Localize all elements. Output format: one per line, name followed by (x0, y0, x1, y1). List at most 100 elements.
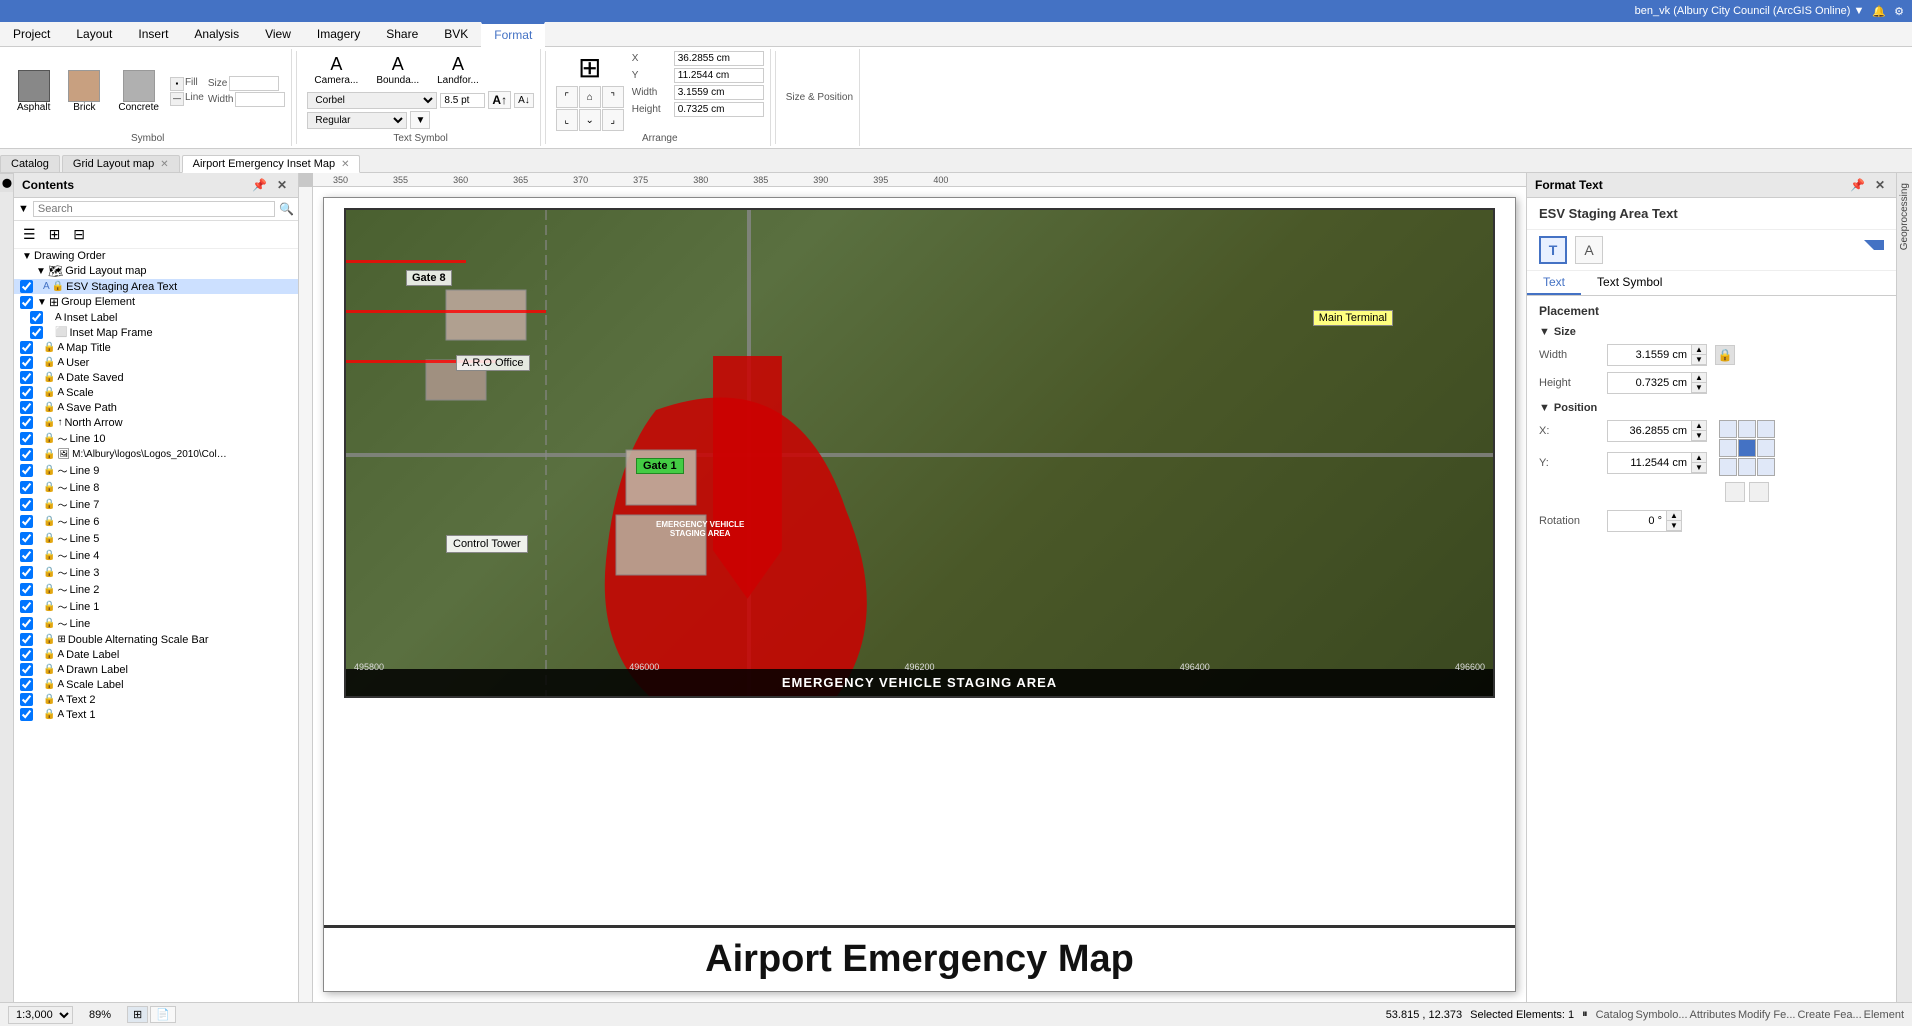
line-icon[interactable]: — (170, 92, 184, 106)
rotation-input[interactable] (1607, 510, 1667, 532)
tree-item-grid-layout[interactable]: ▼ 🗺 Grid Layout map (14, 263, 298, 279)
tab-catalog[interactable]: Catalog (0, 155, 60, 172)
height-value-input[interactable]: 0.7325 cm (674, 102, 764, 117)
tab-project[interactable]: Project (0, 22, 63, 46)
anchor-ref-btn[interactable] (1749, 482, 1769, 502)
align-bl[interactable]: ⌞ (556, 109, 578, 131)
line4-checkbox[interactable] (20, 549, 33, 562)
anchor-tl[interactable] (1719, 420, 1737, 438)
tab-format[interactable]: Format (481, 22, 545, 47)
y-value-input[interactable]: 11.2544 cm (674, 68, 764, 83)
tree-item-user[interactable]: 🔒 A User (14, 355, 298, 370)
tab-insert[interactable]: Insert (125, 22, 181, 46)
fill-icon[interactable]: ▪ (170, 77, 184, 91)
notification-icon[interactable]: 🔔 (1872, 5, 1886, 18)
format-icon-text[interactable]: T (1539, 236, 1567, 264)
tree-item-scale[interactable]: 🔒 A Scale (14, 385, 298, 400)
scale-select[interactable]: 1:3,000 (8, 1006, 73, 1024)
geoprocessing-tab[interactable]: Geoprocessing (1896, 173, 1912, 1002)
attributes-bottom-btn[interactable]: Attributes (1690, 1009, 1736, 1021)
y-spinner-input[interactable] (1607, 452, 1692, 474)
tree-item-save-path[interactable]: 🔒 A Save Path (14, 400, 298, 415)
tree-item-group-element[interactable]: ▼ ⊞ Group Element (14, 294, 298, 310)
anchor-br[interactable] (1757, 458, 1775, 476)
y-down-btn[interactable]: ▼ (1692, 463, 1706, 473)
width-down-btn[interactable]: ▼ (1692, 355, 1706, 365)
line-checkbox[interactable] (20, 617, 33, 630)
tab-airport-inset[interactable]: Airport Emergency Inset Map ✕ (182, 155, 361, 173)
tree-item-date-label[interactable]: 🔒 A Date Label (14, 647, 298, 662)
catalog-bottom-btn[interactable]: Catalog (1596, 1009, 1634, 1021)
height-down-btn[interactable]: ▼ (1692, 383, 1706, 393)
tab-analysis[interactable]: Analysis (181, 22, 252, 46)
font-style-select[interactable]: Regular (307, 112, 407, 129)
map-title-checkbox[interactable] (20, 341, 33, 354)
tree-item-esv-staging[interactable]: A 🔒 ESV Staging Area Text (14, 279, 298, 294)
settings-icon[interactable]: ⚙ (1894, 5, 1904, 18)
tab-bvk[interactable]: BVK (431, 22, 481, 46)
save-path-checkbox[interactable] (20, 401, 33, 414)
tree-item-scale-bar[interactable]: 🔒 ⊞ Double Alternating Scale Bar (14, 632, 298, 647)
concrete-btn[interactable]: Concrete (111, 67, 166, 116)
image-path-checkbox[interactable] (20, 448, 33, 461)
user-checkbox[interactable] (20, 356, 33, 369)
tab-layout[interactable]: Layout (63, 22, 125, 46)
drawn-label-checkbox[interactable] (20, 663, 33, 676)
font-size-input[interactable] (440, 93, 485, 108)
align-br[interactable]: ⌟ (602, 109, 624, 131)
anchor-alt-btn[interactable] (1725, 482, 1745, 502)
tree-item-scale-label[interactable]: 🔒 A Scale Label (14, 677, 298, 692)
north-arrow-checkbox[interactable] (20, 416, 33, 429)
page-view-btn[interactable]: 📄 (150, 1006, 176, 1023)
format-panel-pin-btn[interactable]: 📌 (1847, 177, 1868, 193)
font-size-down-btn[interactable]: A↓ (514, 93, 534, 108)
align-tr[interactable]: ⌝ (602, 86, 624, 108)
line10-checkbox[interactable] (20, 432, 33, 445)
align-tl[interactable]: ⌜ (556, 86, 578, 108)
format-tab-text-symbol[interactable]: Text Symbol (1581, 271, 1678, 295)
date-saved-checkbox[interactable] (20, 371, 33, 384)
line2-checkbox[interactable] (20, 583, 33, 596)
rotation-down-btn[interactable]: ▼ (1667, 521, 1681, 531)
rotation-up-btn[interactable]: ▲ (1667, 511, 1681, 521)
scale-checkbox[interactable] (20, 386, 33, 399)
search-icon[interactable]: 🔍 (279, 202, 294, 216)
line7-checkbox[interactable] (20, 498, 33, 511)
anchor-tr[interactable] (1757, 420, 1775, 438)
tree-item-line1[interactable]: 🔒 〜 Line 1 (14, 598, 298, 615)
font-color-btn[interactable]: ▼ (410, 111, 430, 129)
width-lock-btn[interactable]: 🔒 (1715, 345, 1735, 365)
esv-staging-checkbox[interactable] (20, 280, 33, 293)
x-down-btn[interactable]: ▼ (1692, 431, 1706, 441)
inset-map-frame-checkbox[interactable] (30, 326, 43, 339)
map-area[interactable]: 350 355 360 365 370 375 380 385 390 395 … (299, 173, 1526, 1002)
anchor-ml[interactable] (1719, 439, 1737, 457)
anchor-tc[interactable] (1738, 420, 1756, 438)
text2-checkbox[interactable] (20, 693, 33, 706)
line9-checkbox[interactable] (20, 464, 33, 477)
modify-fe-bottom-btn[interactable]: Modify Fe... (1738, 1009, 1795, 1021)
panel-close-btn[interactable]: ✕ (274, 177, 290, 193)
tree-item-line3[interactable]: 🔒 〜 Line 3 (14, 564, 298, 581)
tree-item-line6[interactable]: 🔒 〜 Line 6 (14, 513, 298, 530)
x-value-input[interactable]: 36.2855 cm (674, 51, 764, 66)
width-spinner-input[interactable] (1607, 344, 1692, 366)
sidebar-tab-vert[interactable]: ⬤ (0, 173, 13, 192)
collapse-all-btn[interactable]: ⊟ (68, 223, 90, 246)
drawing-order-expand[interactable]: ▼ (20, 251, 34, 262)
height-up-btn[interactable]: ▲ (1692, 373, 1706, 383)
y-up-btn[interactable]: ▲ (1692, 453, 1706, 463)
tree-item-line[interactable]: 🔒 〜 Line (14, 615, 298, 632)
line3-checkbox[interactable] (20, 566, 33, 579)
format-panel-close-btn[interactable]: ✕ (1872, 177, 1888, 193)
line1-checkbox[interactable] (20, 600, 33, 613)
grid-view-btn[interactable]: ⊞ (127, 1006, 148, 1023)
tree-item-line2[interactable]: 🔒 〜 Line 2 (14, 581, 298, 598)
landfor-btn[interactable]: A Landfor... (430, 51, 486, 89)
tab-share[interactable]: Share (373, 22, 431, 46)
tree-item-inset-label[interactable]: A Inset Label (14, 310, 298, 325)
align-distribute-icon[interactable]: ⊞ (578, 51, 601, 84)
font-name-select[interactable]: Corbel (307, 92, 437, 109)
align-tc[interactable]: ⌂ (579, 86, 601, 108)
line8-checkbox[interactable] (20, 481, 33, 494)
